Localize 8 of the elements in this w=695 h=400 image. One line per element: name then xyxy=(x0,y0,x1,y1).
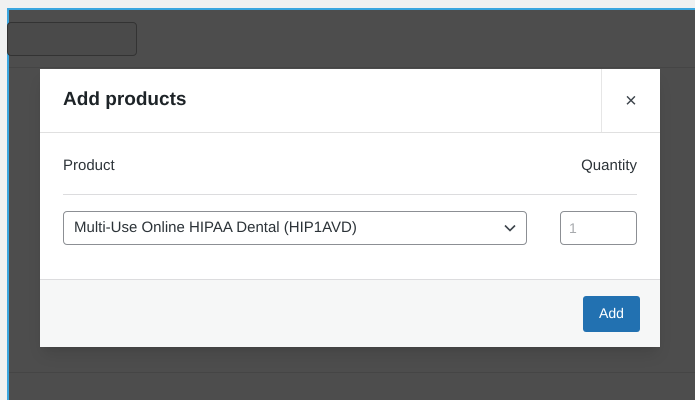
close-button[interactable]: × xyxy=(601,69,660,132)
dialog-title: Add products xyxy=(62,88,188,112)
quantity-field[interactable]: 1 xyxy=(560,211,637,245)
product-select[interactable]: Multi-Use Online HIPAA Dental (HIP1AVD) xyxy=(63,211,527,245)
column-header: Product xyxy=(63,156,115,176)
caret-icon xyxy=(504,224,516,232)
add-button[interactable]: Add xyxy=(583,296,640,332)
column-header: Quantity xyxy=(581,156,637,176)
